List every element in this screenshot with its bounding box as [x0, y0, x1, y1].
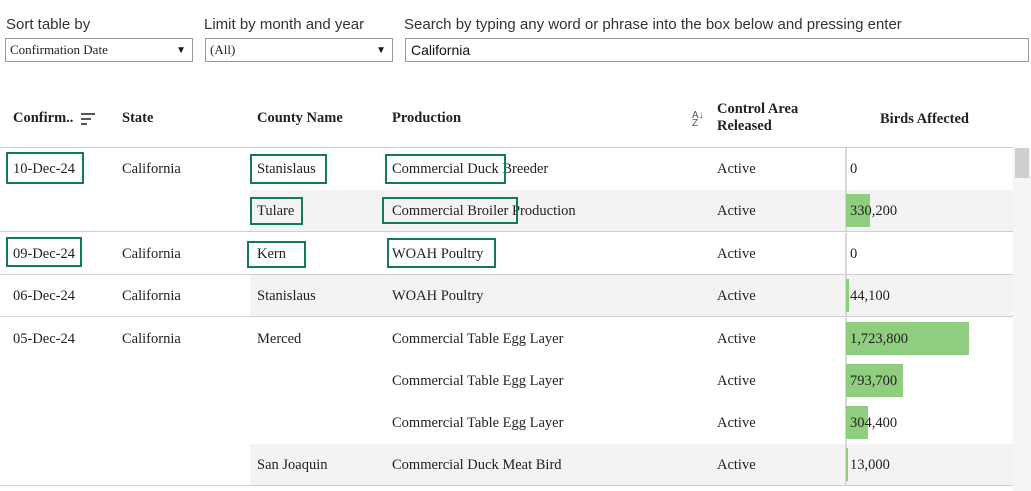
month-label: Limit by month and year	[204, 16, 365, 33]
cell-county: Tulare	[257, 203, 295, 219]
month-dropdown[interactable]: (All) ▼	[205, 38, 393, 62]
table-row[interactable]: Tulare Commercial Broiler Production Activ…	[0, 190, 1013, 232]
sort-descending-icon[interactable]	[81, 113, 95, 125]
row-divider	[0, 485, 1013, 486]
cell-control-area: Active	[717, 161, 756, 177]
header-birds-affected[interactable]: Birds Affected	[880, 111, 969, 128]
cell-state: California	[122, 161, 181, 177]
cell-control-area: Active	[717, 246, 756, 262]
row-divider	[0, 231, 1013, 232]
sort-az-icon[interactable]: A↓ Z	[692, 111, 704, 129]
cell-birds-affected: 0	[850, 246, 858, 262]
cell-production: WOAH Poultry	[392, 288, 484, 304]
table-row[interactable]: 05-Dec-24 California Merced Commercial Tabl…	[0, 318, 1013, 360]
cell-state: California	[122, 331, 181, 347]
sort-label: Sort table by	[6, 16, 91, 33]
cell-date: 10-Dec-24	[13, 161, 76, 177]
sort-dropdown-value: Confirmation Date	[10, 42, 108, 57]
scrollbar-thumb[interactable]	[1015, 148, 1029, 178]
cell-birds-affected: 304,400	[850, 415, 898, 431]
search-label: Search by typing any word or phrase into…	[404, 16, 902, 33]
cell-control-area: Active	[717, 288, 756, 304]
cell-state: California	[122, 246, 181, 262]
row-shade	[250, 190, 1013, 232]
header-control-line2: Released	[717, 118, 772, 134]
header-state[interactable]: State	[122, 110, 153, 127]
month-dropdown-value: (All)	[210, 42, 236, 57]
cell-county: Stanislaus	[257, 161, 316, 177]
table-row[interactable]: San Joaquin Commercial Duck Meat Bird Acti…	[0, 444, 1013, 486]
cell-production: Commercial Duck Meat Bird	[392, 457, 562, 473]
header-control-area-released[interactable]: Control Area Released	[717, 101, 798, 135]
cell-birds-affected: 0	[850, 161, 858, 177]
sort-dropdown[interactable]: Confirmation Date ▼	[5, 38, 193, 62]
header-county-name[interactable]: County Name	[257, 110, 343, 127]
cell-birds-affected: 13,000	[850, 457, 890, 473]
cell-birds-affected: 330,200	[850, 203, 898, 219]
scrollbar-track[interactable]	[1013, 148, 1031, 491]
cell-production: Commercial Duck Breeder	[392, 161, 549, 177]
row-divider	[0, 316, 1013, 317]
cell-county: Stanislaus	[257, 288, 316, 304]
table-row[interactable]: 06-Dec-24 California Stanislaus WOAH Poultr…	[0, 275, 1013, 317]
cell-production: Commercial Table Egg Layer	[392, 331, 564, 347]
cell-production: WOAH Poultry	[392, 246, 484, 262]
cell-county: San Joaquin	[257, 457, 328, 473]
bar-axis	[845, 233, 847, 275]
birds-bar	[846, 448, 848, 481]
search-input[interactable]	[405, 38, 1029, 62]
cell-birds-affected: 1,723,800	[850, 331, 908, 347]
cell-birds-affected: 793,700	[850, 373, 898, 389]
cell-date: 06-Dec-24	[13, 288, 76, 304]
cell-county: Kern	[257, 246, 286, 262]
row-shade	[250, 444, 1013, 486]
cell-birds-affected: 44,100	[850, 288, 890, 304]
row-shade	[250, 275, 1013, 317]
cell-production: Commercial Table Egg Layer	[392, 415, 564, 431]
header-control-line1: Control Area	[717, 101, 799, 117]
table-row[interactable]: 09-Dec-24 California Kern WOAH Poultry Activ…	[0, 233, 1013, 275]
table-row[interactable]: Commercial Table Egg Layer Active 793,700	[0, 360, 1013, 402]
chevron-down-icon: ▼	[376, 44, 386, 56]
cell-control-area: Active	[717, 457, 756, 473]
cell-county: Merced	[257, 331, 302, 347]
cell-production: Commercial Broiler Production	[392, 203, 576, 219]
cell-control-area: Active	[717, 203, 756, 219]
table-row[interactable]: 10-Dec-24 California Stanislaus Commercial …	[0, 148, 1013, 190]
cell-control-area: Active	[717, 331, 756, 347]
cell-state: California	[122, 288, 181, 304]
header-confirmation-date[interactable]: Confirm..	[13, 110, 73, 127]
bar-axis	[845, 148, 847, 190]
cell-control-area: Active	[717, 415, 756, 431]
chevron-down-icon: ▼	[176, 44, 186, 56]
cell-control-area: Active	[717, 373, 756, 389]
table-row[interactable]: Commercial Table Egg Layer Active 304,400	[0, 402, 1013, 444]
header-production[interactable]: Production	[392, 110, 461, 127]
birds-bar	[846, 279, 849, 312]
cell-production: Commercial Table Egg Layer	[392, 373, 564, 389]
cell-date: 05-Dec-24	[13, 331, 76, 347]
cell-date: 09-Dec-24	[13, 246, 76, 262]
